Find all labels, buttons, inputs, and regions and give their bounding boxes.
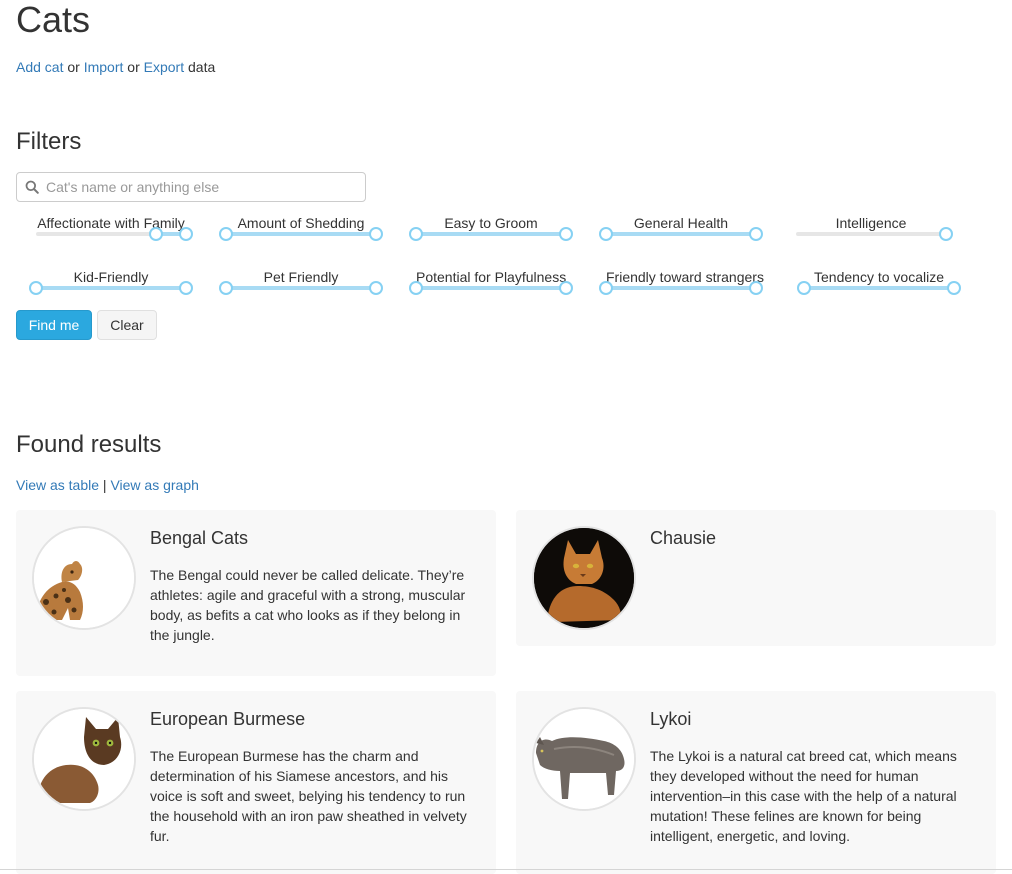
filter-amount-of-shedding: Amount of Shedding <box>219 215 396 251</box>
result-card-european-burmese[interactable]: European Burmese The European Burmese ha… <box>16 691 496 874</box>
filter-label: Affectionate with Family <box>37 215 185 231</box>
filters-heading: Filters <box>16 128 82 155</box>
card-title: Bengal Cats <box>150 528 249 548</box>
slider-range <box>226 232 376 236</box>
card-description: The Lykoi is a natural cat breed cat, wh… <box>650 748 957 844</box>
filter-general-health: General Health <box>599 215 776 251</box>
slider-min-handle[interactable] <box>409 281 423 295</box>
slider-max-handle[interactable] <box>749 281 763 295</box>
card-title: European Burmese <box>150 709 306 729</box>
slider-max-handle[interactable] <box>559 281 573 295</box>
lykoi-cat-image <box>534 709 634 809</box>
result-card-chausie[interactable]: Chausie <box>516 510 996 646</box>
filter-label: Friendly toward strangers <box>606 269 764 285</box>
slider-max-handle[interactable] <box>947 281 961 295</box>
view-separator: | <box>102 477 107 493</box>
view-as-graph-link[interactable]: View as graph <box>110 477 198 493</box>
clear-button[interactable]: Clear <box>97 310 157 340</box>
find-me-button[interactable]: Find me <box>16 310 92 340</box>
european-burmese-cat-image <box>34 709 134 809</box>
slider-min-handle[interactable] <box>599 281 613 295</box>
actions-or-1: or <box>67 59 80 75</box>
slider-range <box>416 286 566 290</box>
slider-range <box>606 232 756 236</box>
slider-range <box>606 286 756 290</box>
card-title: Lykoi <box>650 709 692 729</box>
slider-min-handle[interactable] <box>797 281 811 295</box>
search-box <box>16 172 366 202</box>
filter-tendency-to-vocalize: Tendency to vocalize <box>797 269 974 305</box>
slider-max-handle[interactable] <box>559 227 573 241</box>
export-link[interactable]: Export <box>144 59 184 75</box>
slider-max-handle[interactable] <box>369 281 383 295</box>
slider-max-handle[interactable] <box>939 227 953 241</box>
slider-range <box>804 286 954 290</box>
view-links: View as table | View as graph <box>16 477 199 493</box>
slider-min-handle[interactable] <box>409 227 423 241</box>
actions-or-2: or <box>127 59 140 75</box>
filter-label: Intelligence <box>835 215 907 231</box>
filter-intelligence: Intelligence <box>796 215 966 251</box>
filter-kid-friendly: Kid-Friendly <box>29 269 206 305</box>
cat-photo <box>32 526 136 630</box>
result-card-bengal[interactable]: Bengal Cats The Bengal could never be ca… <box>16 510 496 676</box>
cat-photo <box>532 526 636 630</box>
filter-easy-to-groom: Easy to Groom <box>409 215 586 251</box>
cat-photo <box>32 707 136 811</box>
slider-min-handle[interactable] <box>29 281 43 295</box>
filter-friendly-toward-strangers: Friendly toward strangers <box>599 269 776 305</box>
filter-label: Easy to Groom <box>444 215 538 231</box>
import-link[interactable]: Import <box>84 59 124 75</box>
page-title: Cats <box>16 0 91 40</box>
slider-min-handle[interactable] <box>219 281 233 295</box>
add-cat-link[interactable]: Add cat <box>16 59 63 75</box>
chausie-cat-image <box>534 528 634 628</box>
slider-range <box>226 286 376 290</box>
cat-photo <box>532 707 636 811</box>
page-divider <box>0 869 1012 870</box>
result-card-lykoi[interactable]: Lykoi The Lykoi is a natural cat breed c… <box>516 691 996 874</box>
slider-min-handle[interactable] <box>149 227 163 241</box>
data-actions: Add cat or Import or Export data <box>16 59 215 75</box>
filter-label: Kid-Friendly <box>73 269 149 285</box>
slider-min-handle[interactable] <box>219 227 233 241</box>
card-description: The Bengal could never be called delicat… <box>150 567 466 643</box>
filter-label: Potential for Playfulness <box>416 269 567 285</box>
slider-track[interactable] <box>796 232 946 236</box>
card-description: The European Burmese has the charm and d… <box>150 748 467 844</box>
slider-max-handle[interactable] <box>749 227 763 241</box>
search-input[interactable] <box>46 173 356 201</box>
bengal-cat-image <box>34 528 134 628</box>
slider-min-handle[interactable] <box>599 227 613 241</box>
card-title: Chausie <box>650 528 717 548</box>
actions-suffix: data <box>188 59 216 75</box>
slider-max-handle[interactable] <box>369 227 383 241</box>
slider-range <box>36 286 186 290</box>
search-icon <box>25 180 39 194</box>
results-heading: Found results <box>16 431 162 458</box>
filter-label: General Health <box>633 215 729 231</box>
filter-label: Amount of Shedding <box>237 215 365 231</box>
slider-max-handle[interactable] <box>179 227 193 241</box>
view-as-table-link[interactable]: View as table <box>16 477 99 493</box>
slider-range <box>416 232 566 236</box>
filter-potential-for-playfulness: Potential for Playfulness <box>409 269 586 305</box>
slider-max-handle[interactable] <box>179 281 193 295</box>
filter-affectionate-with-family: Affectionate with Family <box>36 215 206 251</box>
filter-pet-friendly: Pet Friendly <box>219 269 396 305</box>
filter-label: Tendency to vocalize <box>814 269 944 285</box>
filter-label: Pet Friendly <box>263 269 339 285</box>
